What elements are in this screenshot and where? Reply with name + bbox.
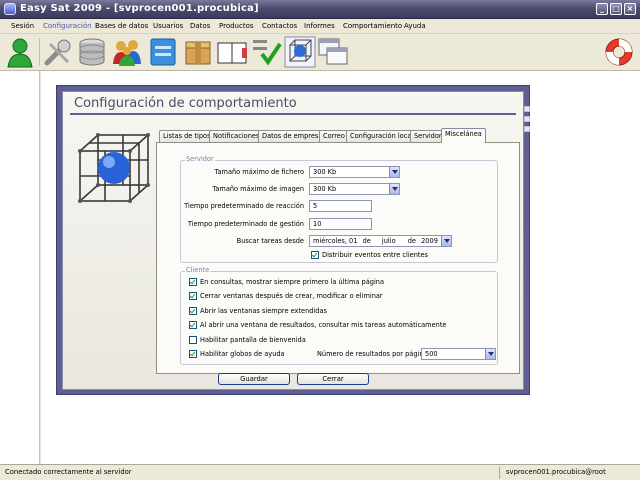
cube-config-icon[interactable] [284,36,316,68]
max-file-value: 300 Kb [313,168,337,176]
side-tab[interactable] [524,126,530,132]
search-date-picker[interactable]: miércoles, 01 de julio de 2009 [309,235,452,247]
status-divider [499,467,500,479]
menu-datos[interactable]: Datos [190,22,210,30]
date-de: de [407,237,416,245]
left-panel [0,71,40,464]
tab-correo[interactable]: Correo [319,130,349,142]
window-title: Easy Sat 2009 - [svprocen001.procubica] [20,3,259,14]
option-checkbox[interactable] [189,307,197,315]
menu-ayuda[interactable]: Ayuda [404,22,426,30]
max-image-select[interactable]: 300 Kb [309,183,400,195]
side-tabs [524,106,530,136]
chevron-down-icon[interactable] [441,236,451,246]
minimize-button[interactable]: _ [596,3,608,15]
chevron-down-icon[interactable] [389,167,399,177]
close-button[interactable]: × [624,3,636,15]
option-checkbox[interactable] [189,336,197,344]
toolbar [0,34,640,71]
menu-bar: Sesión Configuración Bases de datos Usua… [0,19,640,34]
menu-sesion[interactable]: Sesión [11,22,34,30]
box-icon[interactable] [182,36,214,68]
chevron-down-icon[interactable] [485,349,495,359]
database-icon[interactable] [76,36,108,68]
chevron-down-icon[interactable] [389,184,399,194]
option-label: Habilitar globos de ayuda [200,350,285,358]
menu-configuracion[interactable]: Configuración [43,22,92,30]
tab-configuracion-local[interactable]: Configuración local [346,130,418,142]
date-month: julio [381,237,396,245]
side-tab[interactable] [524,116,530,122]
results-per-page-label: Número de resultados por página [317,350,428,358]
save-button[interactable]: Guardar [218,373,290,385]
menu-comportamiento[interactable]: Comportamiento [343,22,402,30]
side-tab[interactable] [524,106,530,112]
cube-logo-icon [78,133,150,203]
option-label: Cerrar ventanas después de crear, modifi… [200,292,383,300]
date-weekday: miércoles, 01 [313,237,358,245]
dialog-title-rule [70,113,516,115]
contact-card-icon[interactable] [147,36,179,68]
option-label: Abrir las ventanas siempre extendidas [200,307,327,315]
option-label: En consultas, mostrar siempre primero la… [200,278,384,286]
option-checkbox[interactable] [189,321,197,329]
dialog-title: Configuración de comportamiento [74,96,297,111]
status-message: Conectado correctamente al servidor [5,468,132,476]
app-icon [4,3,16,15]
distribute-label: Distribuir eventos entre clientes [322,251,428,259]
book-icon[interactable] [216,36,248,68]
title-bar: Easy Sat 2009 - [svprocen001.procubica] … [0,0,640,19]
option-checkbox[interactable] [189,350,197,358]
option-label: Habilitar pantalla de bienvenida [200,336,306,344]
option-label: Al abrir una ventana de resultados, cons… [200,321,447,329]
date-de: de [362,237,371,245]
distribute-checkbox[interactable] [311,251,319,259]
menu-usuarios[interactable]: Usuarios [153,22,183,30]
option-checkbox[interactable] [189,292,197,300]
results-per-page-value: 500 [425,350,438,358]
menu-productos[interactable]: Productos [219,22,254,30]
windows-icon[interactable] [317,36,349,68]
user-icon[interactable] [4,36,36,68]
date-year: 2009 [421,237,438,245]
reaction-input[interactable]: 5 [309,200,372,212]
max-image-value: 300 Kb [313,185,337,193]
reaction-label: Tiempo predeterminado de reacción [184,202,304,210]
management-label: Tiempo predeterminado de gestión [187,220,304,228]
menu-contactos[interactable]: Contactos [262,22,297,30]
users-group-icon[interactable] [111,36,143,68]
menu-informes[interactable]: Informes [304,22,335,30]
management-input[interactable]: 10 [309,218,372,230]
close-dialog-button[interactable]: Cerrar [297,373,369,385]
checklist-icon[interactable] [250,36,282,68]
tab-miscelanea[interactable]: Miscelánea [441,128,486,143]
status-user: svprocen001.procubica@root [506,468,606,476]
results-per-page-select[interactable]: 500 [421,348,496,360]
status-bar: Conectado correctamente al servidor svpr… [0,464,640,480]
lifebuoy-icon[interactable] [603,36,635,68]
option-checkbox[interactable] [189,278,197,286]
max-file-select[interactable]: 300 Kb [309,166,400,178]
servidor-legend: Servidor [185,155,215,163]
tools-icon[interactable] [42,36,74,68]
tab-datos-de-empresa[interactable]: Datos de empresa [258,130,327,142]
cliente-legend: Cliente [185,266,211,274]
menu-bases-de-datos[interactable]: Bases de datos [95,22,148,30]
tab-notificaciones[interactable]: Notificaciones [209,130,264,142]
max-image-label: Tamaño máximo de imagen [212,185,304,193]
max-file-label: Tamaño máximo de fichero [214,168,304,176]
maximize-button[interactable]: □ [610,3,622,15]
toolbar-separator [39,38,40,66]
tab-listas-de-tipos[interactable]: Listas de tipos [159,130,215,142]
search-from-label: Buscar tareas desde [236,237,304,245]
